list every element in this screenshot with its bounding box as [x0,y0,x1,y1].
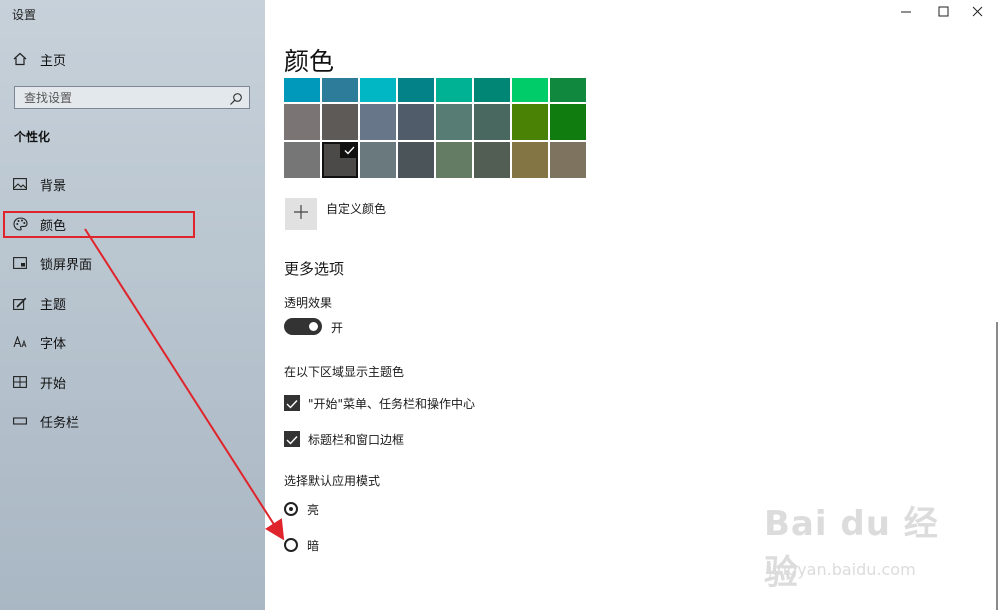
color-swatch[interactable] [474,78,510,102]
color-swatch[interactable] [550,78,586,102]
sidebar: 设置 主页 查找设置 个性化 背景 颜色 锁屏界面 主题 字体 开始 任务栏 [0,0,265,610]
font-icon [12,334,28,350]
color-swatch[interactable] [474,104,510,140]
start-taskbar-checkbox-row[interactable]: "开始"菜单、任务栏和操作中心 [284,394,475,412]
sidebar-item-label: 锁屏界面 [40,257,93,273]
color-swatch[interactable] [512,78,548,102]
dark-mode-option[interactable]: 暗 [284,536,319,554]
close-icon [972,5,983,21]
more-options-title: 更多选项 [284,260,345,278]
sidebar-item-label: 任务栏 [40,415,80,431]
sidebar-item-label: 主题 [40,297,67,313]
taskbar-icon [12,413,28,429]
sidebar-item-home[interactable]: 主页 [0,44,265,74]
color-swatch[interactable] [398,142,434,178]
color-swatch[interactable] [436,142,472,178]
light-mode-option[interactable]: 亮 [284,500,319,518]
app-mode-label: 选择默认应用模式 [284,474,381,488]
check-icon [286,430,298,449]
search-placeholder: 查找设置 [24,91,73,105]
color-swatch[interactable] [398,78,434,102]
search-icon[interactable] [229,91,243,105]
home-icon [12,51,28,67]
color-swatch[interactable] [550,104,586,140]
scrollbar[interactable] [996,322,998,610]
minimize-icon [900,5,912,21]
dark-mode-radio[interactable] [284,538,298,552]
sidebar-item-label: 字体 [40,336,67,352]
color-swatch[interactable] [474,142,510,178]
color-swatch[interactable] [512,142,548,178]
color-swatch[interactable] [322,142,358,178]
picture-icon [12,176,28,192]
custom-color-button[interactable] [285,198,317,230]
sidebar-item-label: 背景 [40,178,67,194]
color-swatch[interactable] [284,78,320,102]
transparency-label: 透明效果 [284,296,333,310]
custom-color-label[interactable]: 自定义颜色 [326,200,386,217]
checkbox-label: 标题栏和窗口边框 [308,432,405,447]
color-swatch[interactable] [360,78,396,102]
color-swatch[interactable] [360,104,396,140]
plus-icon [293,204,309,224]
accent-surfaces-label: 在以下区域显示主题色 [284,365,405,379]
sidebar-item-themes[interactable]: 主题 [0,288,265,318]
app-title: 设置 [12,8,37,22]
watermark-url: jingyan.baidu.com [768,560,916,579]
sidebar-item-label: 开始 [40,376,67,392]
checkbox-label: "开始"菜单、任务栏和操作中心 [308,396,476,411]
highlight-annotation [3,211,195,238]
close-button[interactable] [954,0,1000,26]
color-swatch[interactable] [398,104,434,140]
color-swatch[interactable] [322,78,358,102]
page-title: 颜色 [284,47,335,76]
title-bars-checkbox[interactable] [284,431,300,447]
sidebar-item-label: 主页 [40,53,67,69]
color-swatch-grid [284,78,586,180]
start-taskbar-checkbox[interactable] [284,395,300,411]
transparency-state: 开 [331,321,344,335]
watermark: Bai du 经验 jingyan.baidu.com [764,496,964,593]
color-swatch[interactable] [284,142,320,178]
sidebar-item-fonts[interactable]: 字体 [0,327,265,357]
color-swatch[interactable] [512,104,548,140]
sidebar-item-start[interactable]: 开始 [0,367,265,397]
sidebar-item-taskbar[interactable]: 任务栏 [0,406,265,436]
check-icon [286,394,298,413]
theme-brush-icon [12,295,28,311]
sidebar-item-background[interactable]: 背景 [0,169,265,199]
color-swatch[interactable] [322,104,358,140]
color-swatch[interactable] [436,104,472,140]
light-mode-radio[interactable] [284,502,298,516]
selected-check-icon [340,142,358,158]
transparency-toggle[interactable] [284,318,322,335]
search-input[interactable]: 查找设置 [14,86,250,109]
watermark-brand: Bai du 经验 [764,504,939,593]
color-swatch[interactable] [436,78,472,102]
radio-label: 亮 [307,502,320,517]
sidebar-item-lock-screen[interactable]: 锁屏界面 [0,248,265,278]
section-title: 个性化 [14,130,51,144]
start-grid-icon [12,374,28,390]
maximize-icon [938,5,949,21]
radio-label: 暗 [307,538,320,553]
title-bars-checkbox-row[interactable]: 标题栏和窗口边框 [284,430,404,448]
color-swatch[interactable] [284,104,320,140]
color-swatch[interactable] [360,142,396,178]
toggle-knob [309,322,318,331]
color-swatch[interactable] [550,142,586,178]
lock-screen-icon [12,255,28,271]
